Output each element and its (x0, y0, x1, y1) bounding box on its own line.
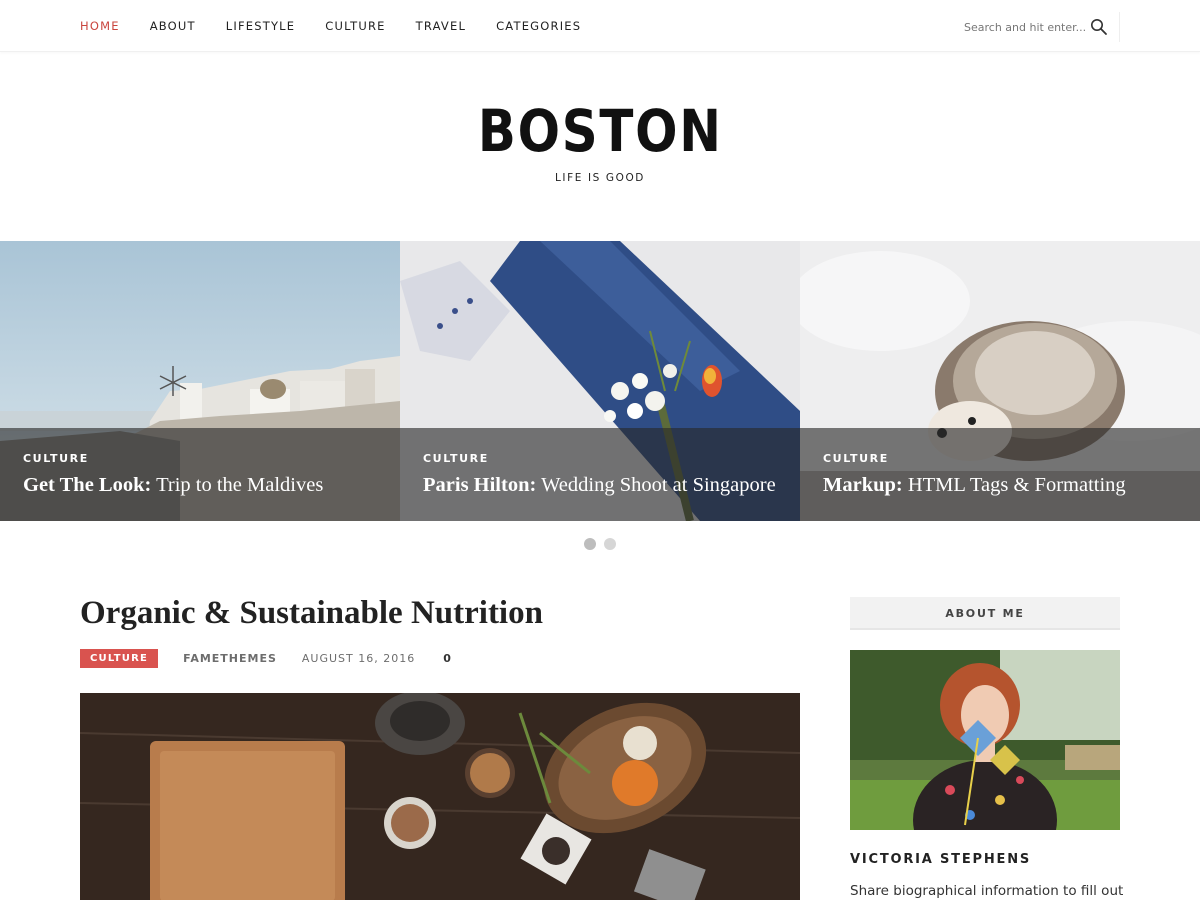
site-header: BOSTON LIFE IS GOOD (0, 96, 1200, 184)
slide-title-bold: Paris Hilton: (423, 474, 537, 496)
post-date[interactable]: AUGUST 16, 2016 (302, 652, 415, 665)
slide-title[interactable]: Paris Hilton: Wedding Shoot at Singapore (423, 474, 776, 497)
about-me-name: VICTORIA STEPHENS (850, 852, 1032, 867)
slide-title-rest: HTML Tags & Formatting (902, 474, 1126, 496)
post-featured-image[interactable] (80, 693, 800, 900)
slide-title-bold: Get The Look: (23, 474, 152, 496)
search-box (964, 12, 1120, 42)
about-me-bio: Share biographical information to fill o… (850, 883, 1124, 899)
nav-item-home[interactable]: HOME (80, 19, 120, 33)
portrait-photo (850, 650, 1120, 830)
site-title[interactable]: BOSTON (478, 96, 723, 166)
post-author[interactable]: FAMETHEMES (183, 652, 277, 665)
about-me-photo (850, 650, 1120, 830)
search-icon[interactable] (1090, 18, 1108, 36)
nav-item-lifestyle[interactable]: LIFESTYLE (226, 19, 296, 33)
top-navigation-bar: HOME ABOUT LIFESTYLE CULTURE TRAVEL CATE… (0, 0, 1200, 52)
kitchen-ingredients-photo (80, 693, 800, 900)
site-tagline: LIFE IS GOOD (554, 172, 645, 184)
nav-item-travel[interactable]: TRAVEL (416, 19, 466, 33)
nav-item-categories[interactable]: CATEGORIES (496, 19, 581, 33)
post-meta: CULTURE FAMETHEMES AUGUST 16, 2016 0 (80, 648, 452, 668)
post-comment-count[interactable]: 0 (443, 652, 452, 665)
featured-slider: CULTURE Get The Look: Trip to the Maldiv… (0, 241, 1200, 521)
search-input[interactable] (964, 20, 1086, 34)
post-category-badge[interactable]: CULTURE (80, 648, 159, 668)
slide-category[interactable]: CULTURE (423, 452, 489, 465)
slide-title-rest: Trip to the Maldives (151, 474, 324, 496)
slide-3[interactable]: CULTURE Markup: HTML Tags & Formatting (800, 241, 1200, 521)
slide-category[interactable]: CULTURE (823, 452, 889, 465)
nav-item-about[interactable]: ABOUT (150, 19, 196, 33)
slider-dot-1[interactable] (584, 538, 596, 550)
post-title[interactable]: Organic & Sustainable Nutrition (80, 595, 543, 632)
slide-title-bold: Markup: (823, 474, 903, 496)
nav-item-culture[interactable]: CULTURE (325, 19, 385, 33)
slide-title-rest: Wedding Shoot at Singapore (536, 474, 776, 496)
slide-1[interactable]: CULTURE Get The Look: Trip to the Maldiv… (0, 241, 400, 521)
slide-category[interactable]: CULTURE (23, 452, 89, 465)
main-menu: HOME ABOUT LIFESTYLE CULTURE TRAVEL CATE… (80, 0, 611, 52)
slider-dot-2[interactable] (604, 538, 616, 550)
slide-2[interactable]: CULTURE Paris Hilton: Wedding Shoot at S… (400, 241, 800, 521)
slide-title[interactable]: Get The Look: Trip to the Maldives (23, 474, 323, 497)
slider-pagination (584, 538, 624, 550)
slide-title[interactable]: Markup: HTML Tags & Formatting (823, 474, 1126, 497)
about-me-widget-title: ABOUT ME (850, 597, 1120, 630)
